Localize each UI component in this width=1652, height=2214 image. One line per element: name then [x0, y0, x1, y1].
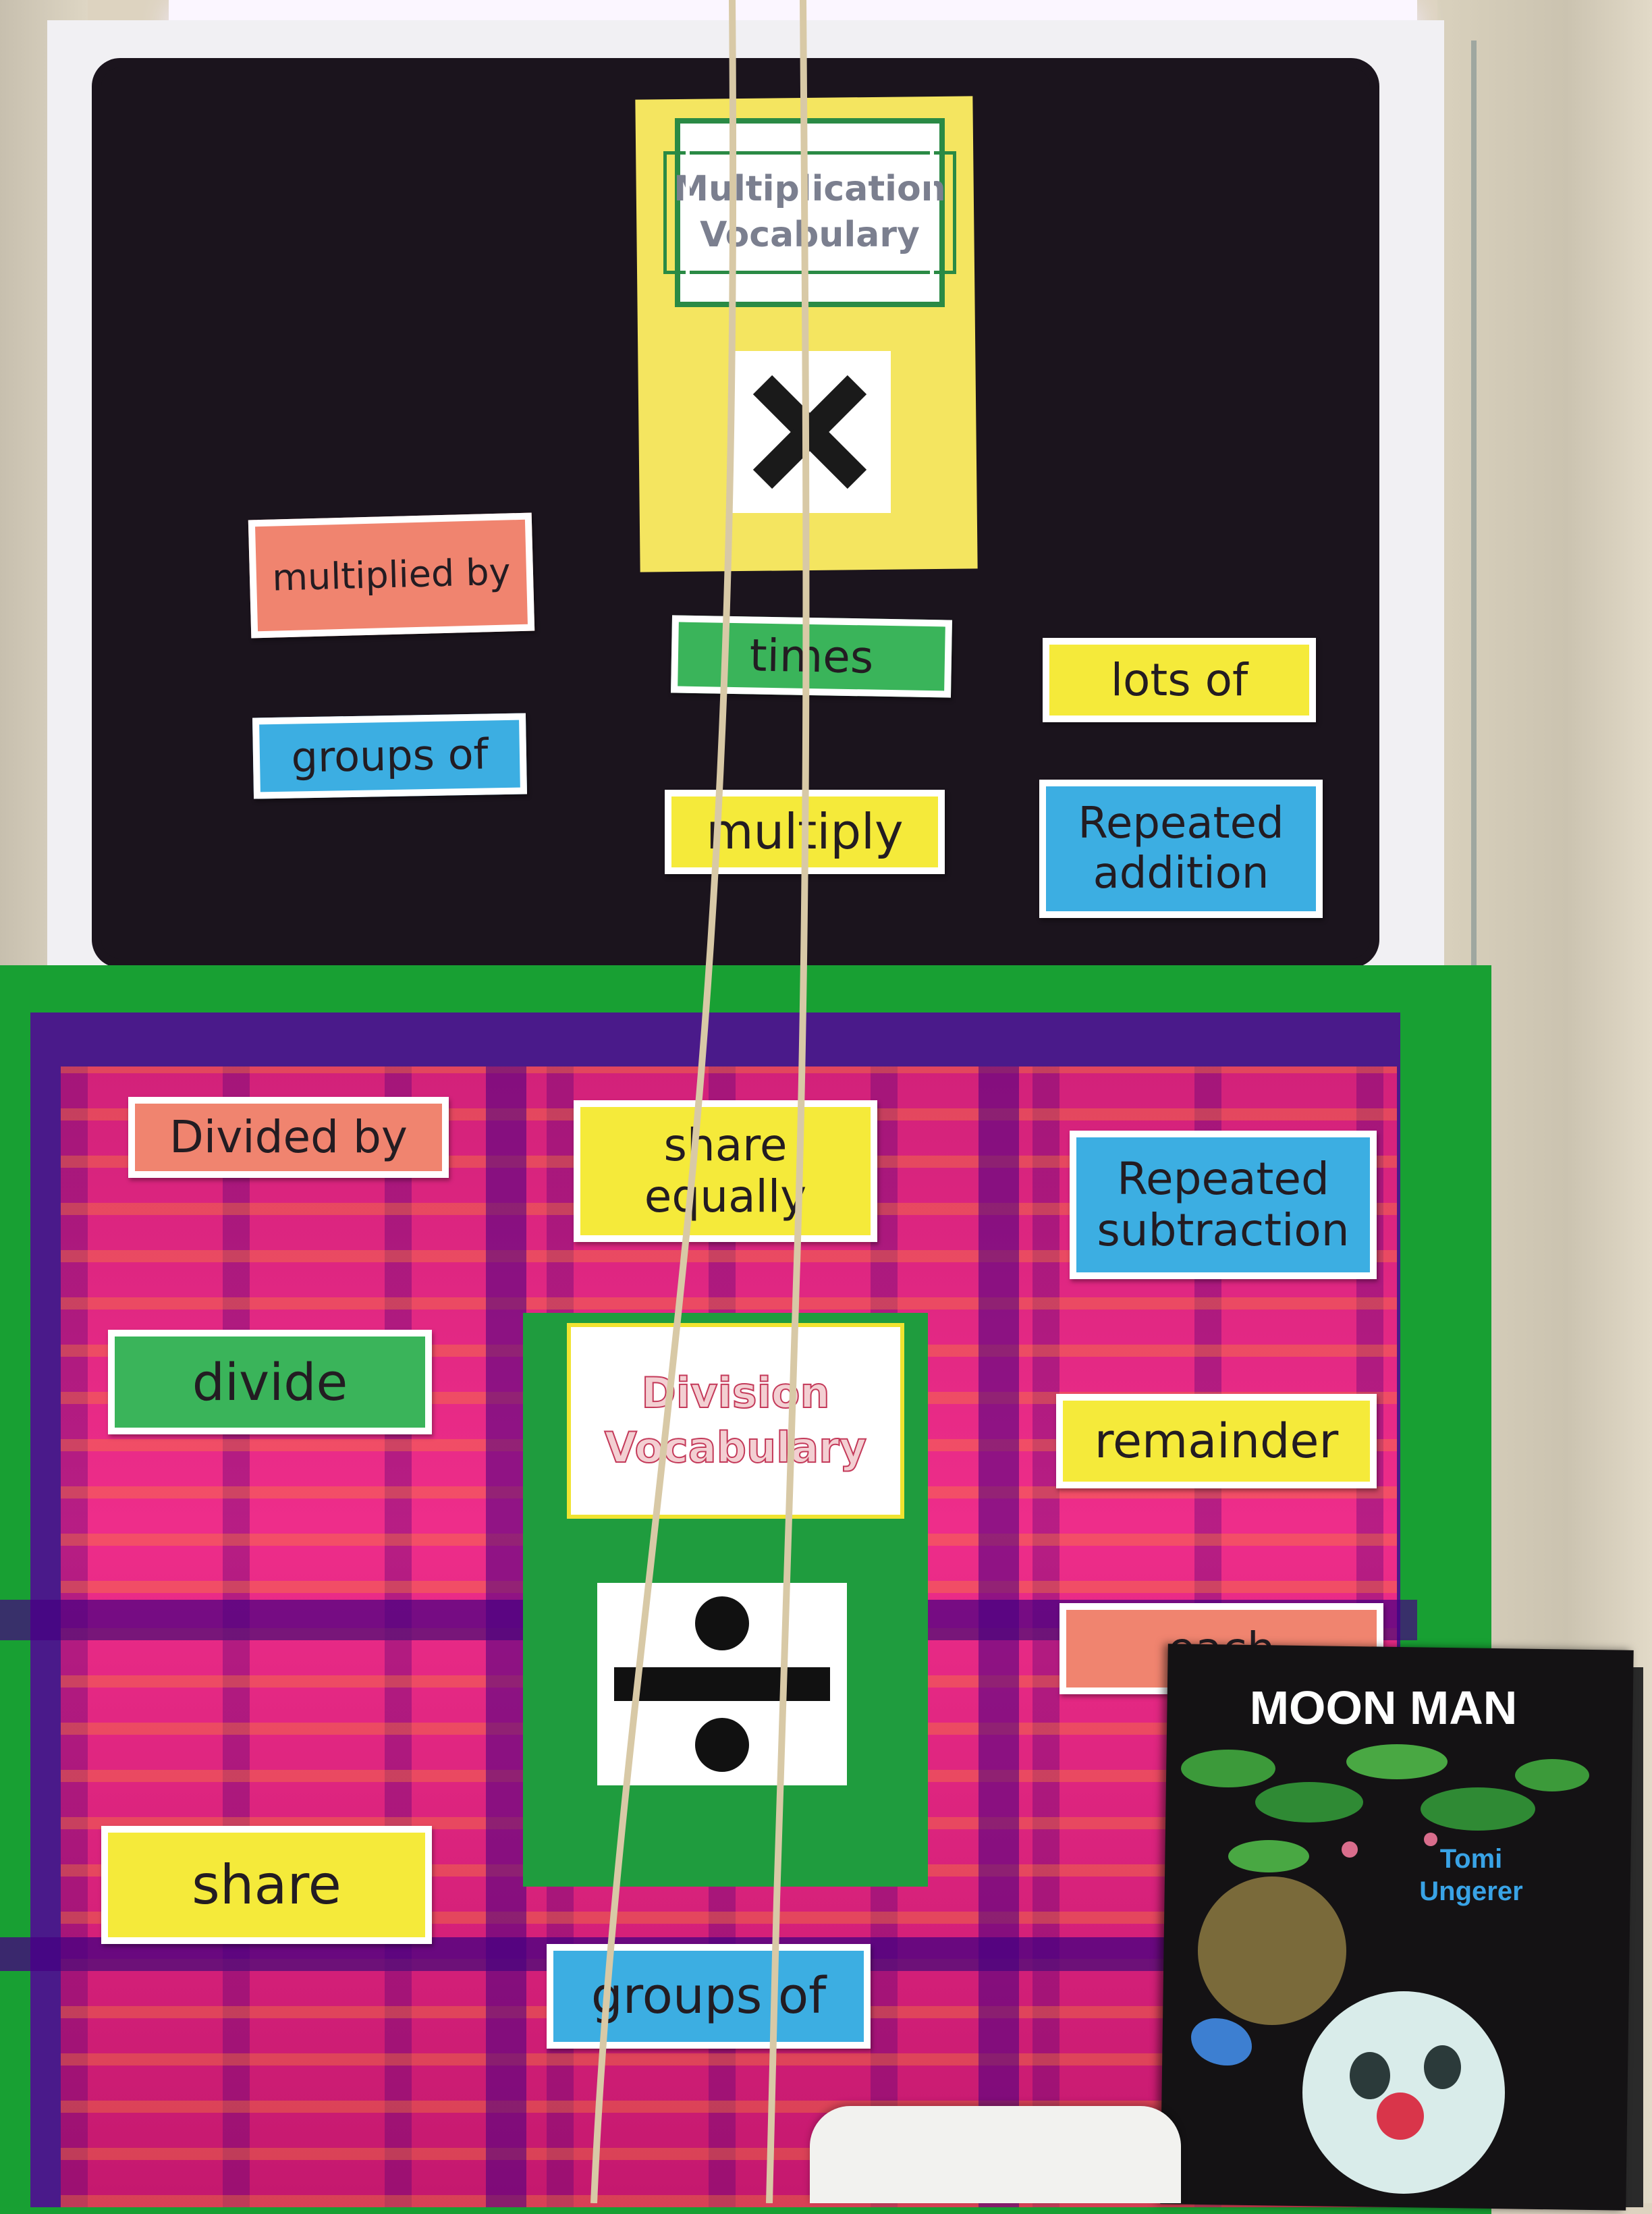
book-author: Tomi Ungerer — [1390, 1843, 1552, 1908]
telephone — [810, 2106, 1181, 2203]
lollipop — [1377, 2092, 1424, 2140]
moon-man-eye — [1350, 2052, 1390, 2099]
book-title: MOON MAN — [1249, 1681, 1518, 1734]
book-author-last: Ungerer — [1419, 1877, 1523, 1906]
moon-man-eye — [1424, 2045, 1461, 2089]
book-author-first: Tomi — [1439, 1844, 1503, 1874]
award-seal — [1198, 1877, 1346, 2025]
